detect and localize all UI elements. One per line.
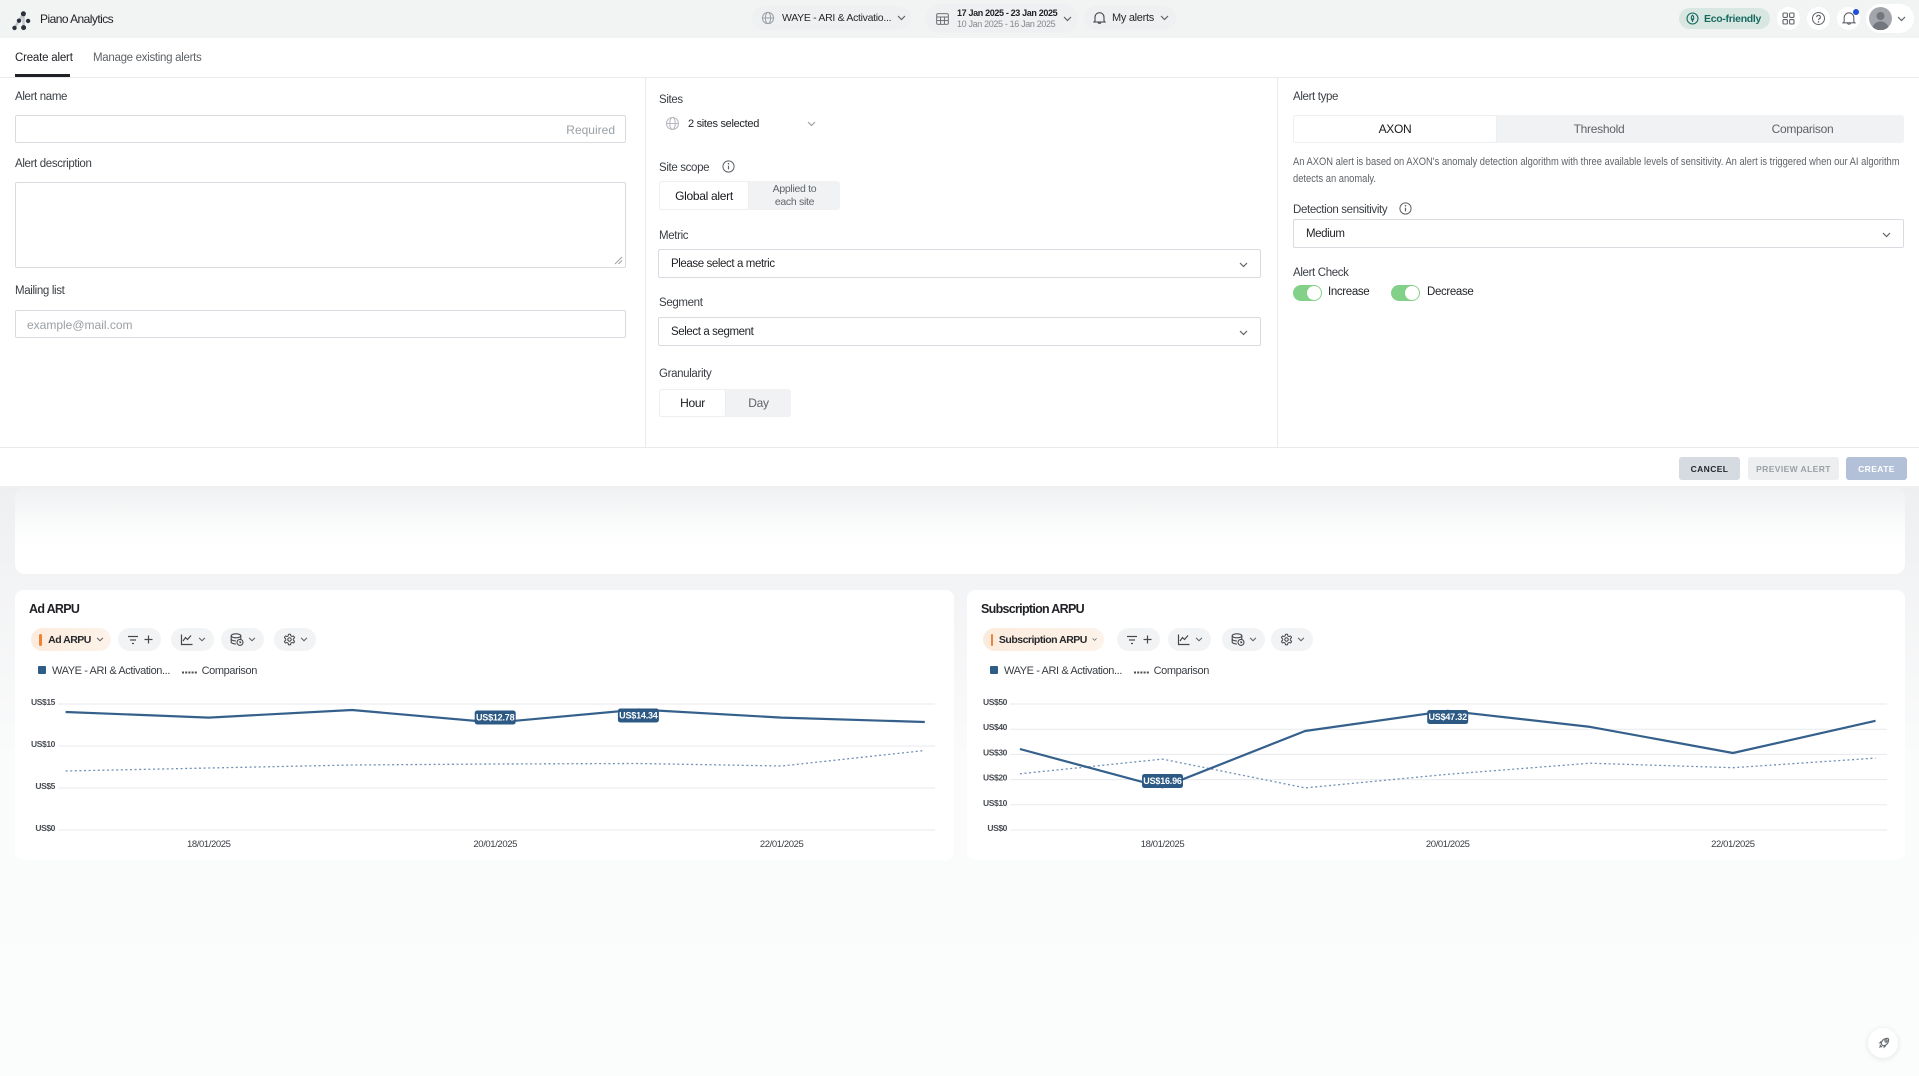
- svg-text:US$15: US$15: [31, 697, 56, 707]
- svg-text:US$50: US$50: [983, 697, 1008, 707]
- svg-text:20/01/2025: 20/01/2025: [473, 839, 517, 850]
- svg-text:US$10: US$10: [31, 739, 56, 749]
- svg-text:US$14.34: US$14.34: [619, 711, 658, 721]
- svg-text:18/01/2025: 18/01/2025: [187, 839, 231, 850]
- svg-text:22/01/2025: 22/01/2025: [1711, 839, 1755, 850]
- svg-text:22/01/2025: 22/01/2025: [760, 839, 804, 850]
- svg-text:US$10: US$10: [983, 798, 1008, 808]
- svg-text:US$12.78: US$12.78: [476, 713, 515, 723]
- svg-text:US$47.32: US$47.32: [1428, 712, 1467, 722]
- svg-text:US$5: US$5: [35, 781, 55, 791]
- svg-text:20/01/2025: 20/01/2025: [1426, 839, 1470, 850]
- svg-text:US$0: US$0: [35, 823, 55, 833]
- svg-text:US$40: US$40: [983, 722, 1008, 732]
- svg-text:US$16.96: US$16.96: [1143, 776, 1182, 786]
- svg-text:18/01/2025: 18/01/2025: [1141, 839, 1185, 850]
- svg-text:US$30: US$30: [983, 747, 1008, 757]
- svg-text:US$20: US$20: [983, 773, 1008, 783]
- svg-text:US$0: US$0: [987, 823, 1007, 833]
